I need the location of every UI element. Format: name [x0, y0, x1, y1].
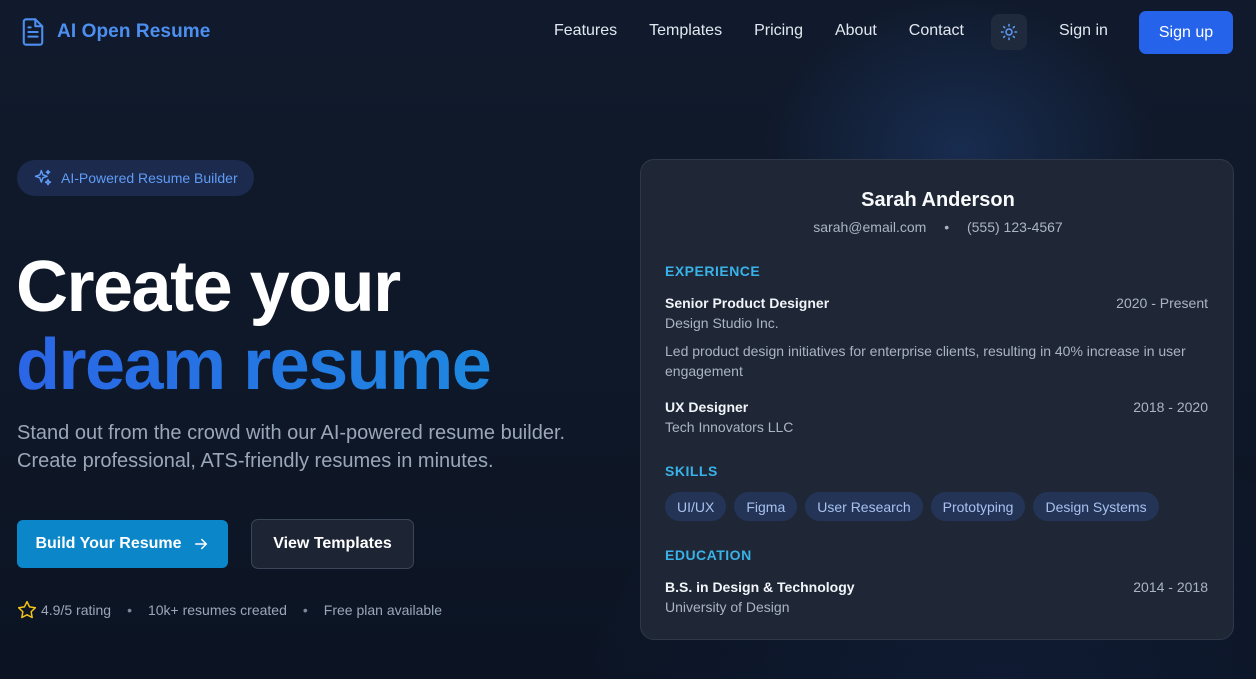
free-plan-text: Free plan available: [323, 602, 443, 618]
sign-in-link[interactable]: Sign in: [1059, 22, 1108, 40]
resumes-count-text: 10k+ resumes created: [147, 602, 287, 618]
hero-title-line1: Create your: [16, 247, 401, 327]
nav-link-features[interactable]: Features: [554, 22, 617, 40]
separator-dot: •: [944, 219, 950, 235]
star-icon: [17, 600, 37, 619]
job-title: Senior Product Designer: [665, 295, 830, 311]
job-company: Tech Innovators LLC: [665, 419, 794, 435]
job-company: Design Studio Inc.: [665, 315, 779, 331]
hero-title: Create your dream resume: [16, 247, 492, 405]
job-dates: 2020 - Present: [1116, 295, 1208, 311]
nav-link-about[interactable]: About: [835, 22, 877, 40]
education-heading: EDUCATION: [665, 547, 752, 563]
job-title: UX Designer: [665, 399, 749, 415]
education-school: University of Design: [665, 599, 790, 615]
experience-heading: EXPERIENCE: [665, 263, 761, 279]
nav-link-contact[interactable]: Contact: [909, 22, 964, 40]
sparkles-icon: [34, 169, 52, 186]
skill-chip: Figma: [734, 492, 798, 521]
view-templates-button[interactable]: View Templates: [251, 519, 414, 569]
brand-logo[interactable]: AI Open Resume: [19, 17, 210, 47]
job-dates: 2018 - 2020: [1133, 399, 1208, 415]
sun-icon: [1000, 23, 1018, 41]
nav-links: Features Templates Pricing About Contact: [554, 22, 964, 40]
nav-link-pricing[interactable]: Pricing: [754, 22, 803, 40]
arrow-right-icon: [194, 538, 207, 550]
hero-subtitle: Stand out from the crowd with our AI-pow…: [17, 419, 607, 475]
education-degree: B.S. in Design & Technology: [665, 579, 855, 595]
build-resume-label: Build Your Resume: [35, 535, 182, 552]
brand-name: AI Open Resume: [57, 21, 211, 42]
hero-stats: 4.9/5 rating • 10k+ resumes created • Fr…: [17, 600, 442, 620]
separator-dot: •: [127, 602, 132, 618]
hero-title-highlight: dream resume: [16, 325, 492, 405]
resume-contact: sarah@email.com • (555) 123-4567: [641, 219, 1235, 235]
ai-badge: AI-Powered Resume Builder: [17, 160, 254, 196]
skill-chip: Design Systems: [1033, 492, 1159, 521]
resume-email: sarah@email.com: [813, 219, 927, 235]
resume-name: Sarah Anderson: [861, 189, 1015, 211]
sign-up-button[interactable]: Sign up: [1139, 11, 1233, 54]
theme-toggle-button[interactable]: [991, 14, 1027, 50]
skill-chip: Prototyping: [930, 492, 1026, 521]
skill-chip: UI/UX: [665, 492, 727, 521]
separator-dot: •: [302, 602, 308, 618]
education-dates: 2014 - 2018: [1133, 579, 1208, 595]
job-description: Led product design initiatives for enter…: [665, 343, 1186, 379]
resume-preview-card: Sarah Anderson sarah@email.com • (555) 1…: [640, 159, 1234, 640]
build-resume-button[interactable]: Build Your Resume: [17, 520, 228, 568]
nav-link-templates[interactable]: Templates: [649, 22, 722, 40]
rating-text: 4.9/5 rating: [41, 602, 112, 618]
resume-phone: (555) 123-4567: [966, 219, 1063, 235]
skill-chip: User Research: [805, 492, 923, 521]
hero-subtitle-line1: Stand out from the crowd with our AI-pow…: [17, 422, 566, 444]
badge-label: AI-Powered Resume Builder: [61, 170, 238, 186]
skills-heading: SKILLS: [665, 463, 718, 479]
top-nav: AI Open Resume Features Templates Pricin…: [0, 0, 1256, 66]
skills-list: UI/UX Figma User Research Prototyping De…: [665, 492, 1159, 521]
document-icon: [22, 18, 44, 46]
hero-subtitle-line2: Create professional, ATS-friendly resume…: [17, 450, 494, 472]
